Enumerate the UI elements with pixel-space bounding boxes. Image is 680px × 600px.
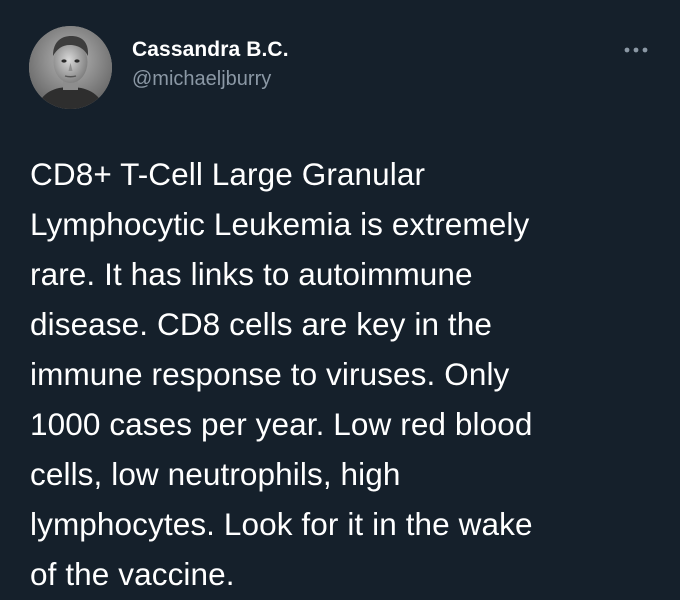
author-display-name[interactable]: Cassandra B.C. (132, 36, 289, 64)
tweet-card: Cassandra B.C. @michaeljburry CD8+ T-Cel… (0, 0, 680, 600)
author-handle[interactable]: @michaeljburry (132, 66, 271, 92)
more-options-button[interactable] (618, 36, 654, 64)
avatar[interactable] (29, 26, 112, 109)
more-horizontal-icon (624, 47, 648, 53)
profile-photo-image (29, 26, 112, 109)
tweet-text: CD8+ T-Cell Large Granular Lymphocytic L… (30, 156, 533, 592)
